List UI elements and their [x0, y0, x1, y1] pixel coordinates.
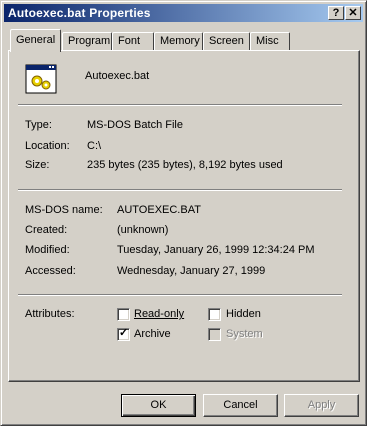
- cancel-button[interactable]: Cancel: [203, 394, 278, 417]
- archive-checkbox[interactable]: ✓: [117, 327, 130, 341]
- accessed-value: Wednesday, January 27, 1999: [117, 265, 266, 277]
- cancel-button-label: Cancel: [223, 399, 258, 411]
- ok-button[interactable]: OK: [121, 394, 196, 417]
- dos-name-label: MS-DOS name:: [25, 204, 103, 216]
- accessed-label: Accessed:: [25, 265, 76, 277]
- tab-label: Memory: [160, 35, 200, 47]
- tab-label: Screen: [209, 35, 244, 47]
- tab-screen[interactable]: Screen: [203, 32, 250, 50]
- read-only-label[interactable]: Read-only: [134, 308, 184, 320]
- separator: [18, 294, 342, 296]
- tab-general[interactable]: General: [10, 29, 61, 52]
- help-button[interactable]: ?: [328, 6, 344, 20]
- tab-label: Program: [68, 35, 111, 47]
- tab-font[interactable]: Font: [112, 32, 154, 50]
- checkmark-icon: ✓: [119, 327, 129, 339]
- separator: [18, 189, 342, 191]
- close-icon: ✕: [348, 7, 358, 19]
- hidden-label[interactable]: Hidden: [226, 308, 261, 320]
- location-label: Location:: [25, 140, 70, 152]
- type-label: Type:: [25, 119, 52, 131]
- ok-button-label: OK: [150, 399, 167, 411]
- tab-label: Font: [118, 35, 141, 47]
- modified-value: Tuesday, January 26, 1999 12:34:24 PM: [117, 244, 315, 256]
- type-value: MS-DOS Batch File: [87, 119, 183, 131]
- file-name: Autoexec.bat: [85, 70, 150, 82]
- general-tab-panel: [8, 50, 360, 382]
- size-label: Size:: [25, 159, 50, 171]
- location-value: C:\: [87, 140, 102, 152]
- title-bar[interactable]: Autoexec.bat Properties ? ✕: [4, 4, 363, 22]
- system-checkbox: [208, 328, 221, 341]
- size-value: 235 bytes (235 bytes), 8,192 bytes used: [87, 159, 283, 171]
- tab-misc[interactable]: Misc: [250, 32, 290, 50]
- batch-file-icon: [25, 64, 57, 94]
- help-icon: ?: [332, 7, 340, 19]
- apply-button-label: Apply: [307, 399, 336, 411]
- modified-label: Modified:: [25, 244, 70, 256]
- properties-dialog: Autoexec.bat Properties ? ✕ General Prog…: [0, 0, 367, 426]
- dos-name-value: AUTOEXEC.BAT: [117, 204, 201, 216]
- system-label: System: [226, 328, 263, 340]
- hidden-checkbox[interactable]: [208, 308, 221, 321]
- separator: [18, 104, 342, 106]
- apply-button: Apply: [284, 394, 359, 417]
- read-only-checkbox[interactable]: [117, 308, 130, 321]
- archive-label[interactable]: Archive: [134, 328, 171, 340]
- tab-memory[interactable]: Memory: [154, 32, 203, 50]
- close-button[interactable]: ✕: [345, 6, 361, 20]
- tab-label: Misc: [256, 35, 279, 47]
- created-label: Created:: [25, 224, 68, 236]
- tab-label: General: [16, 34, 56, 46]
- window-title: Autoexec.bat Properties: [8, 6, 151, 20]
- attributes-label: Attributes:: [25, 308, 75, 320]
- tab-program[interactable]: Program: [62, 32, 112, 50]
- created-value: (unknown): [117, 224, 169, 236]
